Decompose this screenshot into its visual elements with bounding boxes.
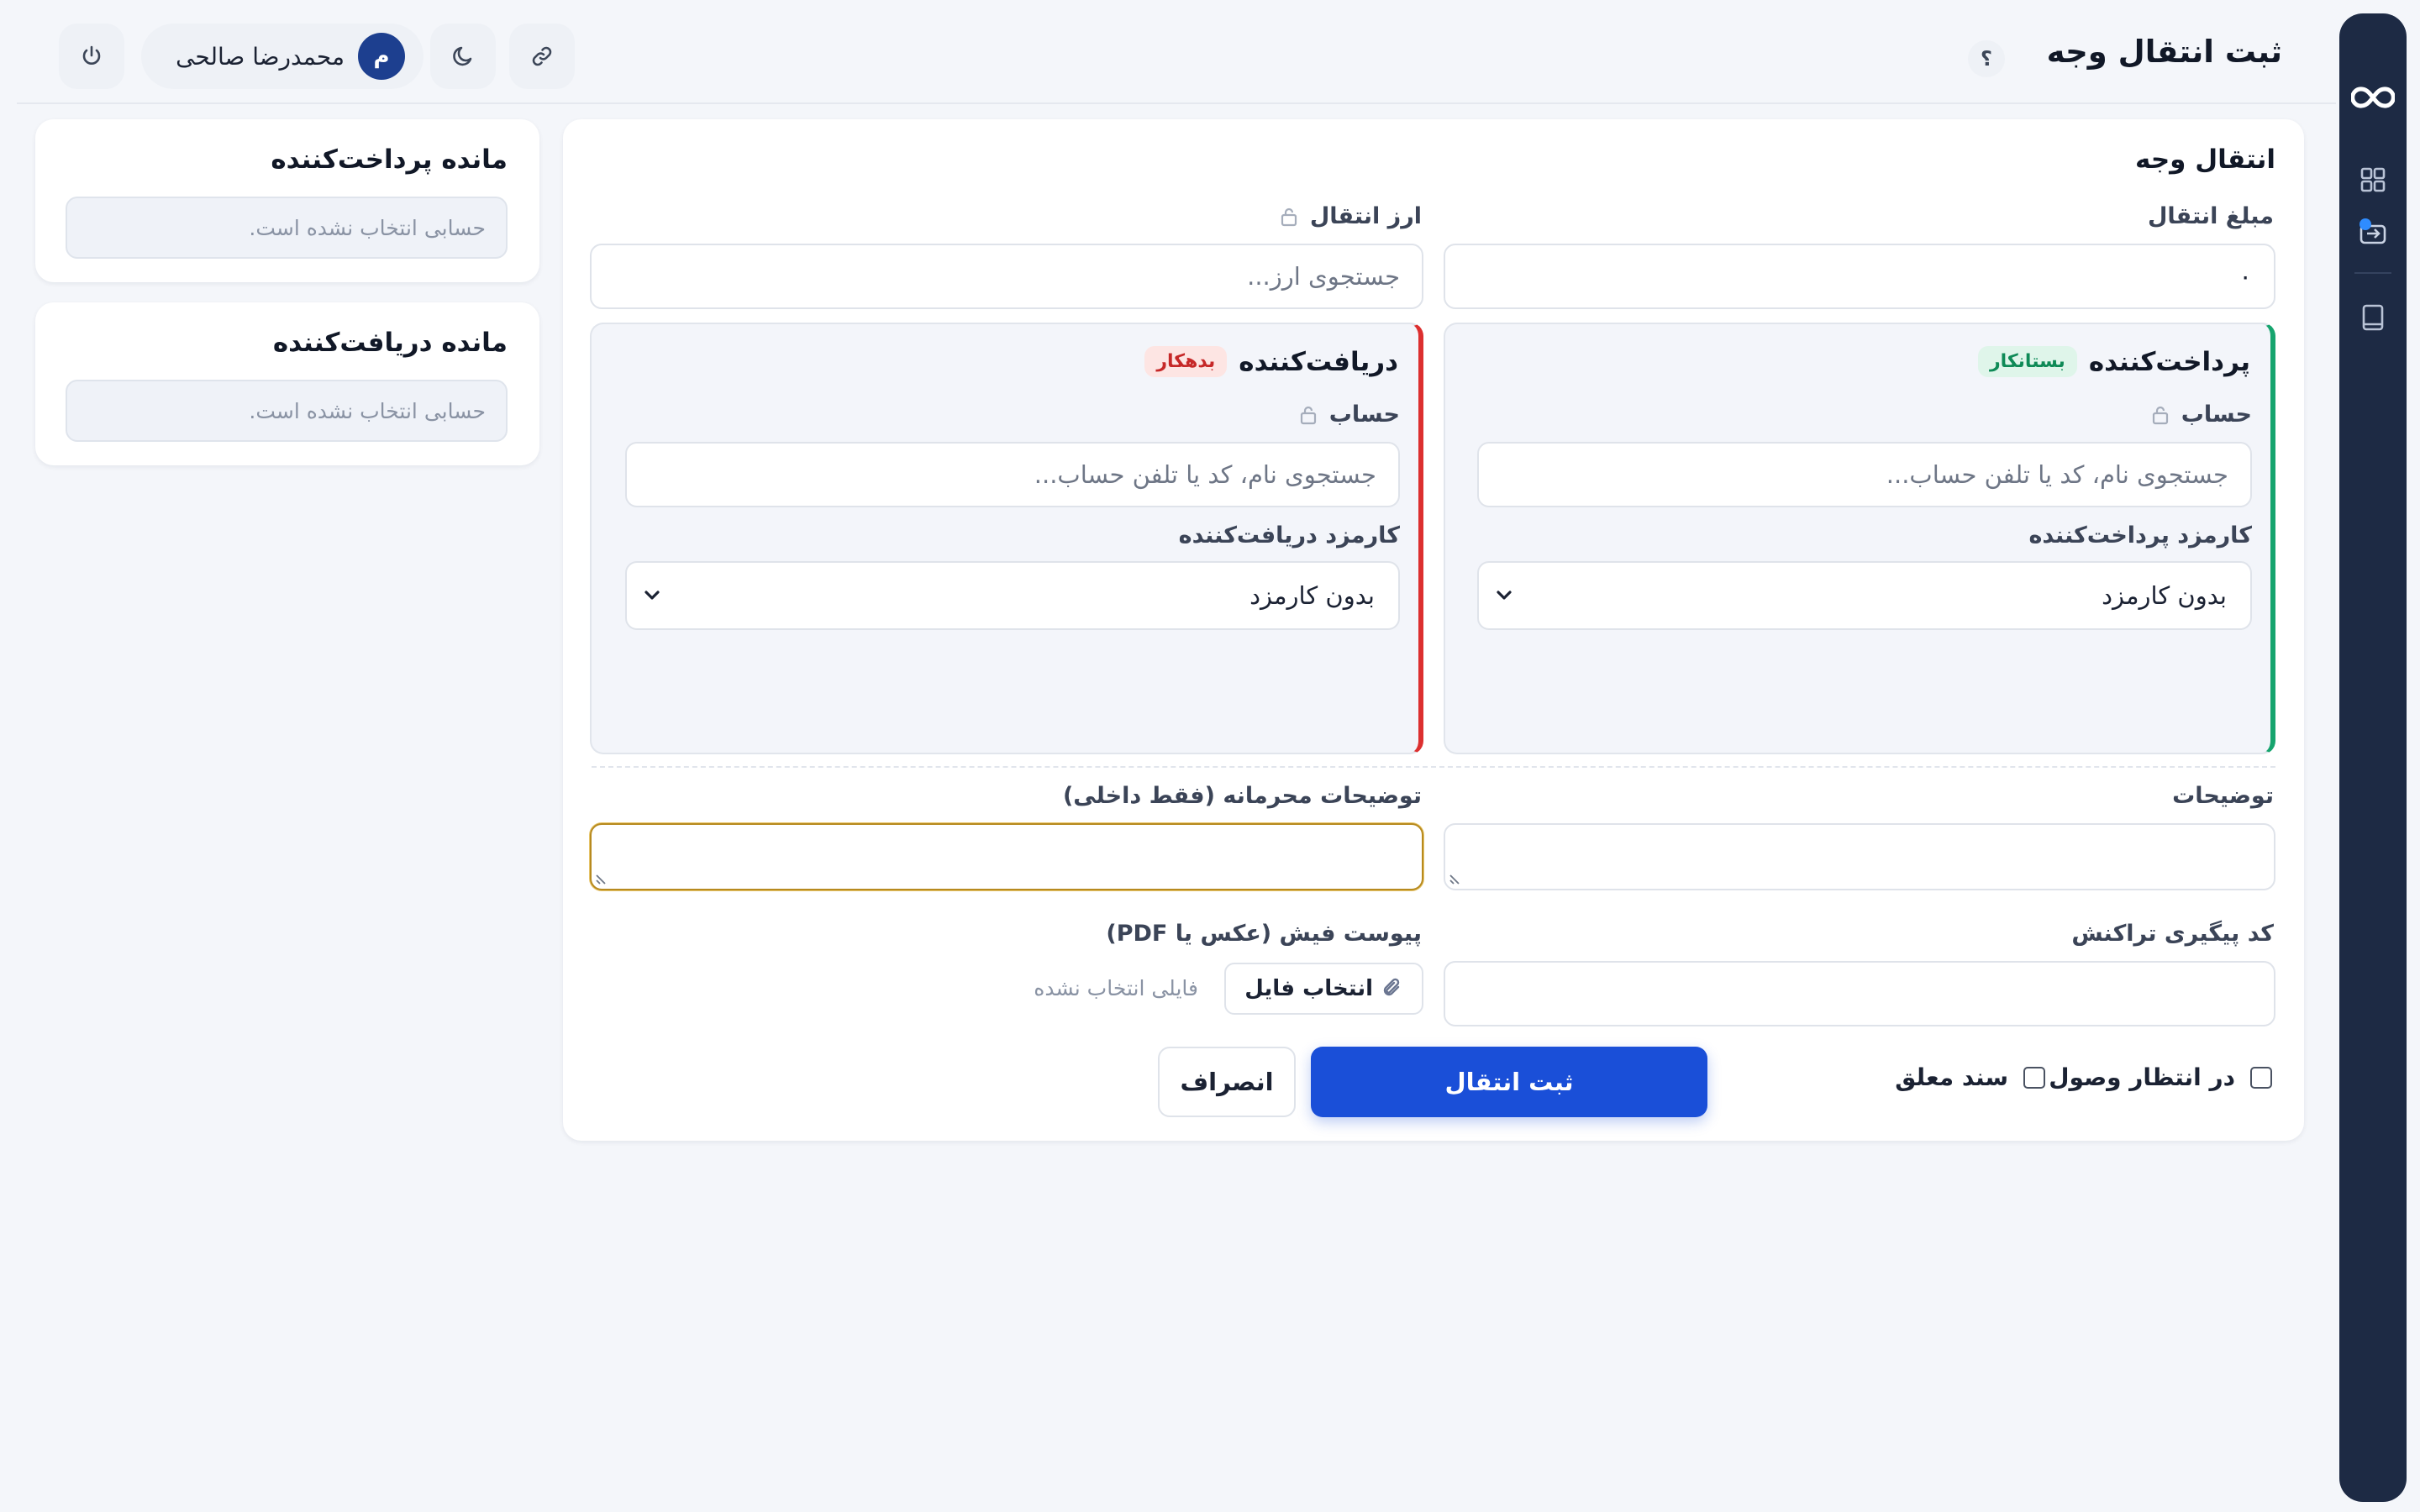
top-bar: ثبت انتقال وجه ؟ م محمدرضا صالحی xyxy=(17,0,2336,104)
user-name: محمدرضا صالحی xyxy=(176,42,345,71)
receiver-fee-select[interactable]: بدون کارمزد xyxy=(625,561,1400,630)
page-title: ثبت انتقال وجه xyxy=(2046,34,2282,70)
attachment-label: پیوست فیش (عکس یا PDF) xyxy=(1106,921,1422,947)
receiver-balance-empty: حسابی انتخاب نشده است. xyxy=(66,380,508,442)
payer-account-label: حساب xyxy=(2181,402,2252,428)
chevron-down-icon xyxy=(1497,591,1512,600)
notification-dot xyxy=(2360,218,2371,230)
receiver-balance-title: مانده دریافت‌کننده xyxy=(272,328,508,358)
currency-placeholder: جستجوی ارز... xyxy=(1247,262,1400,291)
receiver-fee-label: کارمزد دریافت‌کننده xyxy=(1178,522,1400,549)
private-notes-textarea[interactable] xyxy=(590,823,1423,890)
help-button[interactable]: ؟ xyxy=(1968,40,2005,77)
cancel-button[interactable]: انصراف xyxy=(1158,1047,1296,1117)
tracking-code-input[interactable] xyxy=(1444,961,2275,1026)
no-file-text: فایلی انتخاب نشده xyxy=(1034,976,1198,1000)
chevron-down-icon xyxy=(644,591,660,600)
payer-fee-value: بدون کارمزد xyxy=(2102,581,2227,610)
receiver-balance-card: مانده دریافت‌کننده حسابی انتخاب نشده است… xyxy=(35,302,539,465)
receiver-account-label-row: حساب xyxy=(1299,402,1400,428)
resize-grip-icon[interactable] xyxy=(1449,872,1462,885)
resize-grip-icon[interactable] xyxy=(595,872,608,885)
payer-panel: پرداخت‌کننده بستانکار حساب جستجوی نام، ک… xyxy=(1444,323,2275,754)
receiver-panel: دریافت‌کننده بدهکار حساب جستجوی نام، کد … xyxy=(590,323,1423,754)
rail-divider xyxy=(2354,272,2391,274)
credit-badge: بستانکار xyxy=(1977,346,2077,377)
avatar: م xyxy=(358,33,405,80)
infinity-logo-icon[interactable] xyxy=(2351,76,2395,119)
logout-button[interactable] xyxy=(59,24,124,89)
grid-icon[interactable] xyxy=(2351,158,2395,202)
payer-fee-label: کارمزد پرداخت‌کننده xyxy=(2028,522,2252,549)
form-title: انتقال وجه xyxy=(2135,144,2275,175)
payer-balance-empty: حسابی انتخاب نشده است. xyxy=(66,197,508,259)
currency-label: ارز انتقال xyxy=(1309,203,1422,229)
pending-checkbox[interactable] xyxy=(2250,1066,2272,1089)
side-rail xyxy=(2339,13,2407,1502)
lock-icon[interactable] xyxy=(1280,207,1298,227)
suspended-checkbox-row[interactable]: سند معلق xyxy=(1895,1063,2045,1091)
receiver-account-label: حساب xyxy=(1328,402,1400,428)
power-icon xyxy=(82,45,101,65)
book-icon[interactable] xyxy=(2351,296,2395,339)
currency-label-row: ارز انتقال xyxy=(1280,203,1422,229)
payer-fee-select[interactable]: بدون کارمزد xyxy=(1477,561,2252,630)
payer-title: پرداخت‌کننده xyxy=(2088,346,2250,377)
receiver-header: دریافت‌کننده بدهکار xyxy=(1144,346,1398,377)
transfer-icon[interactable] xyxy=(2351,212,2395,255)
amount-value: ۰ xyxy=(2238,262,2252,291)
link-icon xyxy=(532,46,552,66)
lock-icon[interactable] xyxy=(2151,405,2170,425)
description-textarea[interactable] xyxy=(1444,823,2275,890)
payer-balance-card: مانده پرداخت‌کننده حسابی انتخاب نشده است… xyxy=(35,119,539,282)
choose-file-label: انتخاب فایل xyxy=(1244,976,1373,1001)
payer-balance-title: مانده پرداخت‌کننده xyxy=(271,144,508,175)
amount-label: مبلغ انتقال xyxy=(2147,203,2274,229)
user-chip[interactable]: م محمدرضا صالحی xyxy=(141,24,424,89)
payer-header: پرداخت‌کننده بستانکار xyxy=(1977,346,2250,377)
debit-badge: بدهکار xyxy=(1144,346,1228,377)
paperclip-icon xyxy=(1383,978,1400,996)
receiver-account-placeholder: جستجوی نام، کد یا تلفن حساب... xyxy=(1034,460,1376,489)
pending-checkbox-row[interactable]: در انتظار وصول xyxy=(2049,1063,2272,1091)
payer-account-placeholder: جستجوی نام، کد یا تلفن حساب... xyxy=(1886,460,2228,489)
receiver-title: دریافت‌کننده xyxy=(1239,346,1398,377)
payer-account-label-row: حساب xyxy=(2151,402,2252,428)
suspended-checkbox[interactable] xyxy=(2023,1066,2045,1089)
moon-icon xyxy=(453,46,472,66)
receiver-account-search-input[interactable]: جستجوی نام، کد یا تلفن حساب... xyxy=(625,442,1400,507)
currency-search-input[interactable]: جستجوی ارز... xyxy=(590,244,1423,309)
amount-input[interactable]: ۰ xyxy=(1444,244,2275,309)
lock-icon[interactable] xyxy=(1299,405,1318,425)
transfer-form-card: انتقال وجه مبلغ انتقال ۰ ارز انتقال جستج… xyxy=(563,119,2304,1141)
submit-transfer-button[interactable]: ثبت انتقال xyxy=(1311,1047,1707,1117)
choose-file-button[interactable]: انتخاب فایل xyxy=(1224,963,1423,1015)
pending-label: در انتظار وصول xyxy=(2049,1063,2235,1091)
section-divider xyxy=(592,766,2275,768)
receiver-fee-value: بدون کارمزد xyxy=(1249,581,1375,610)
suspended-label: سند معلق xyxy=(1895,1063,2008,1091)
link-button[interactable] xyxy=(509,24,575,89)
private-notes-label: توضیحات محرمانه (فقط داخلی) xyxy=(1062,783,1422,809)
theme-toggle-button[interactable] xyxy=(430,24,496,89)
payer-account-search-input[interactable]: جستجوی نام، کد یا تلفن حساب... xyxy=(1477,442,2252,507)
description-label: توضیحات xyxy=(2172,783,2274,809)
tracking-code-label: کد پیگیری تراکنش xyxy=(2071,921,2274,947)
